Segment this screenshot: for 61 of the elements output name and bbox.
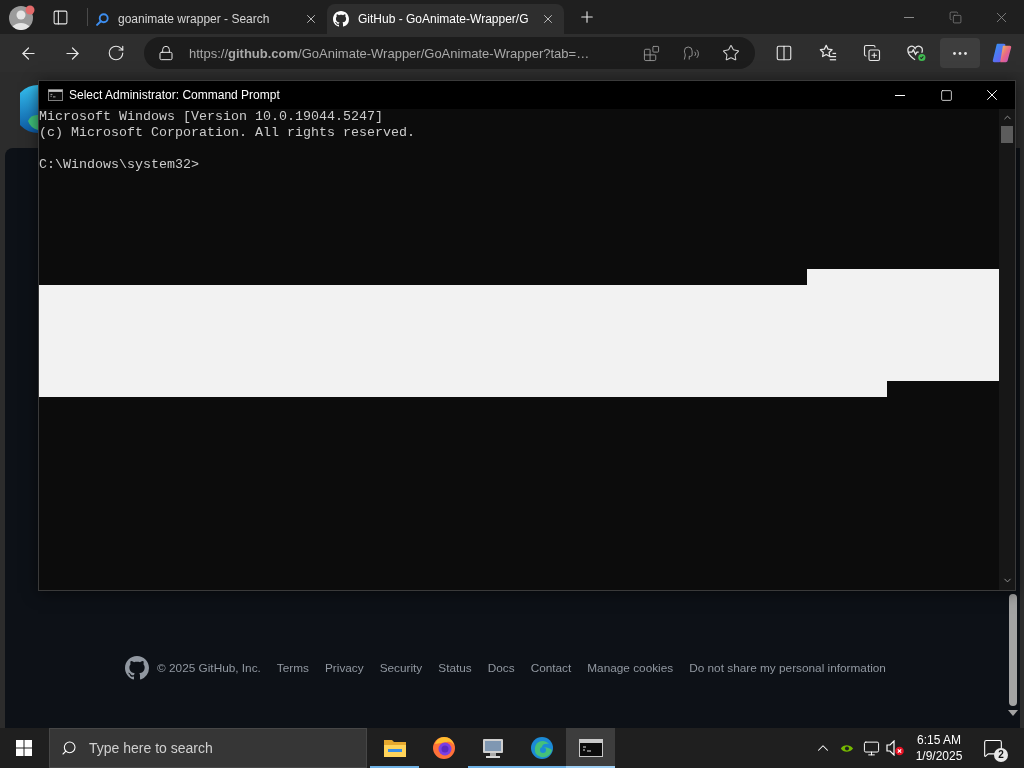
close-icon: [304, 12, 318, 26]
colorful-logo-icon: [991, 42, 1013, 64]
ellipsis-icon: [953, 51, 967, 55]
panel-icon: [51, 8, 69, 26]
url-text: https://github.com/GoAnimate-Wrapper/GoAnimate-Wrapper?tab=…: [189, 45, 590, 61]
profile-button[interactable]: [8, 3, 36, 31]
footer-link[interactable]: Security: [379, 661, 423, 675]
taskbar-app-button[interactable]: [566, 728, 615, 768]
notification-count: 2: [994, 748, 1008, 762]
plus-icon: [578, 8, 596, 26]
fox-globe-icon: [431, 736, 456, 760]
cat-logo-icon: [125, 656, 150, 680]
maximize-icon: [939, 88, 953, 102]
scroll-down-arrow-icon[interactable]: [1008, 710, 1018, 716]
message-icon: [983, 738, 1003, 758]
magnifier-icon: [96, 12, 109, 26]
notifications-button[interactable]: 2: [970, 728, 1016, 768]
console-line: Microsoft Windows [Version 10.0.19044.5247]: [39, 109, 383, 125]
footer-link[interactable]: Terms: [276, 661, 309, 675]
terminal-icon: [48, 89, 63, 101]
avatar-icon: [9, 4, 35, 30]
browser-tab[interactable]: GitHub - GoAnimate-Wrapper/G: [327, 4, 564, 34]
refresh-icon: [107, 44, 125, 62]
footer-link[interactable]: Status: [438, 661, 472, 675]
star-icon: [722, 44, 740, 62]
search-field[interactable]: Type here to search: [49, 728, 367, 768]
monitor-icon: [862, 739, 880, 757]
copyright-text: © 2025 GitHub, Inc.: [157, 661, 261, 675]
speech-icon: [682, 44, 700, 62]
copy-plus-icon: [863, 44, 881, 62]
lock-icon: [158, 45, 174, 61]
folder-icon: [382, 738, 407, 758]
terminal-icon: [578, 739, 603, 757]
windows-logo-icon: [16, 740, 32, 756]
split-screen-icon: [775, 44, 793, 62]
footer-link[interactable]: Privacy: [324, 661, 364, 675]
minimize-icon: [904, 16, 914, 18]
restore-icon: [948, 10, 962, 24]
search-icon: [61, 740, 77, 756]
eye-logo-icon: [840, 742, 854, 754]
console-prompt: C:\Windows\system32>: [39, 157, 199, 173]
footer-link[interactable]: Contact: [530, 661, 572, 675]
scrollbar-thumb[interactable]: [1009, 594, 1017, 706]
cat-logo-icon: [333, 11, 349, 27]
footer-link[interactable]: Manage cookies: [587, 661, 674, 675]
browser-tab[interactable]: goanimate wrapper - Search: [90, 4, 327, 34]
star-list-icon: [819, 44, 837, 62]
console-line: (c) Microsoft Corporation. All rights reserved.: [39, 125, 415, 141]
scrollbar-thumb[interactable]: [1001, 126, 1013, 143]
footer-link[interactable]: Docs: [487, 661, 515, 675]
minimize-icon: [895, 94, 905, 96]
footer-link[interactable]: Do not share my personal information: [689, 661, 886, 675]
window-title: Select Administrator: Command Prompt: [69, 88, 280, 102]
clock-button[interactable]: 6:15 AM 1/9/2025: [912, 728, 966, 768]
swirl-logo-icon: [20, 85, 38, 133]
heart-pulse-icon: [906, 44, 926, 62]
blocks-icon: [642, 44, 660, 62]
close-icon: [541, 12, 555, 26]
computer-icon: [480, 736, 505, 760]
address-field[interactable]: https://github.com/GoAnimate-Wrapper/GoAnimate-Wrapper?tab=…: [144, 37, 755, 69]
swirl-icon: [529, 736, 554, 760]
